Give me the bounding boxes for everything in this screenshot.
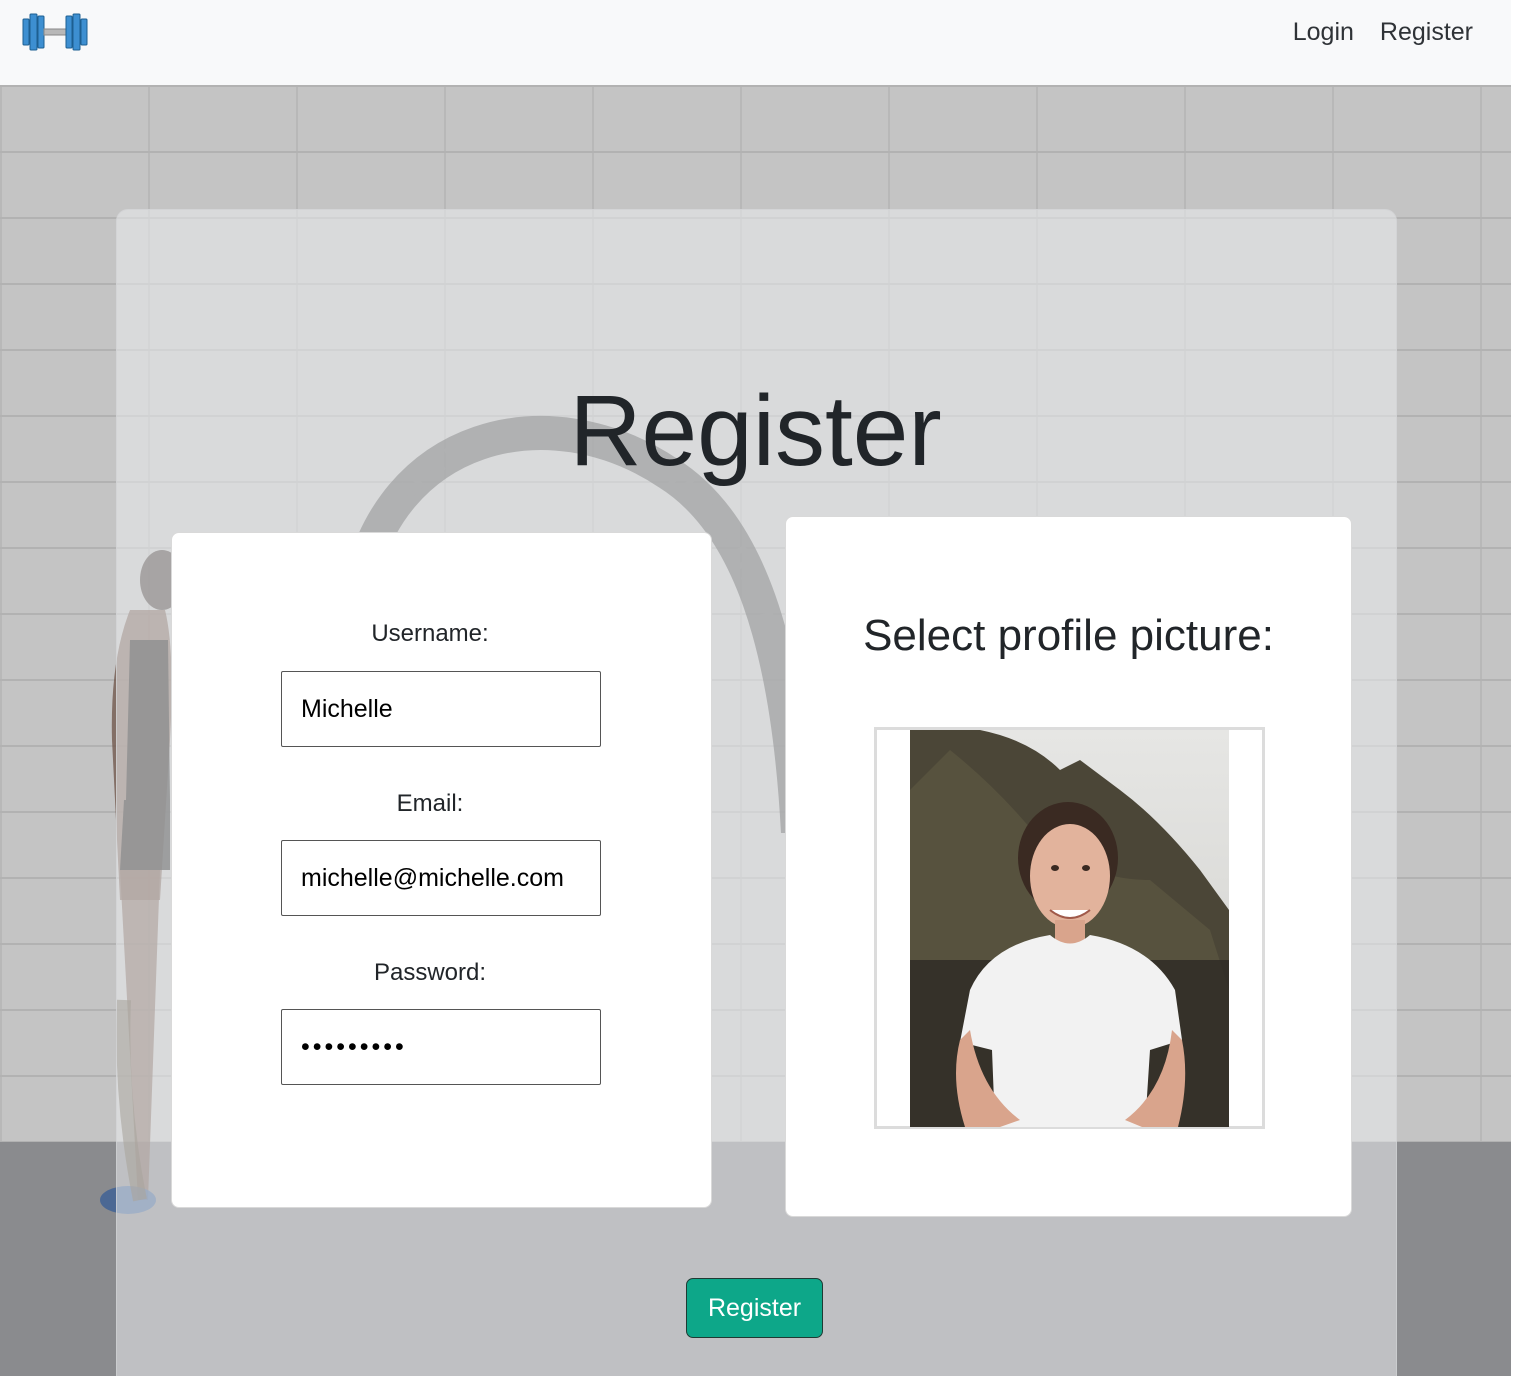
hero-background: Register Username: Email: Password: Sele… bbox=[0, 85, 1511, 1376]
dumbbell-icon[interactable] bbox=[22, 13, 88, 51]
profile-picture-selector[interactable] bbox=[874, 727, 1265, 1129]
password-input[interactable] bbox=[281, 1009, 601, 1085]
register-button[interactable]: Register bbox=[686, 1278, 823, 1338]
nav-register-link[interactable]: Register bbox=[1380, 18, 1473, 47]
registration-form-card: Username: Email: Password: bbox=[171, 532, 712, 1208]
username-label: Username: bbox=[371, 620, 489, 647]
navbar: Login Register bbox=[0, 0, 1511, 85]
email-label: Email: bbox=[396, 790, 464, 817]
nav-login-link[interactable]: Login bbox=[1293, 18, 1354, 47]
profile-picture-title: Select profile picture: bbox=[863, 611, 1274, 660]
nav-links: Login Register bbox=[1293, 18, 1473, 47]
email-input[interactable] bbox=[281, 840, 601, 916]
profile-picture-card: Select profile picture: bbox=[785, 516, 1352, 1217]
username-input[interactable] bbox=[281, 671, 601, 747]
password-label: Password: bbox=[373, 959, 487, 986]
page-title: Register bbox=[569, 375, 942, 487]
profile-photo[interactable] bbox=[910, 730, 1229, 1127]
